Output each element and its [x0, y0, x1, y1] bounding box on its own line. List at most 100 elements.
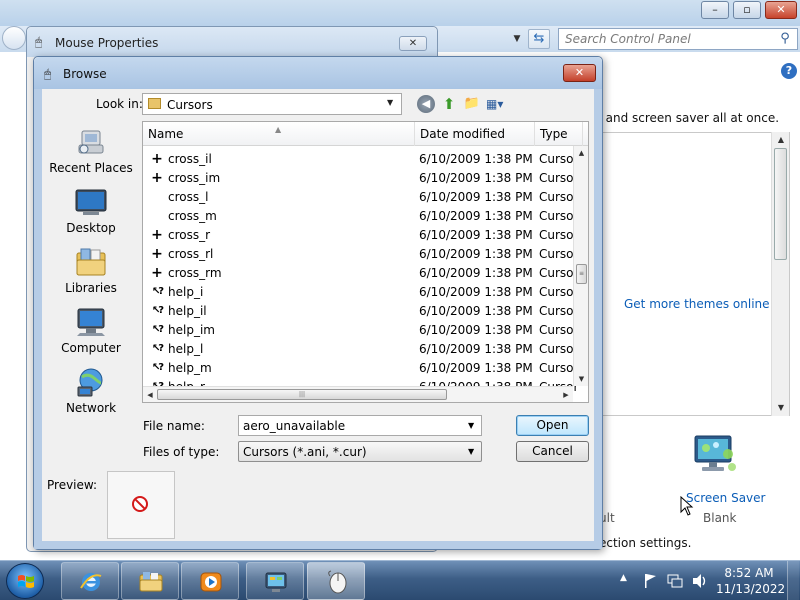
- network-status-icon[interactable]: [667, 573, 683, 589]
- help-icon[interactable]: ?: [781, 63, 797, 79]
- file-row[interactable]: ↖? help_m 6/10/2009 1:38 PM Cursor: [143, 359, 579, 378]
- themes-scrollbar[interactable]: ▲ ▼: [771, 132, 789, 416]
- get-more-themes-link[interactable]: Get more themes online: [624, 297, 770, 311]
- place-network[interactable]: Network: [46, 365, 136, 421]
- place-recent-places[interactable]: Recent Places: [46, 125, 136, 181]
- file-row[interactable]: ↖? help_i 6/10/2009 1:38 PM Cursor: [143, 283, 579, 302]
- file-list[interactable]: Name ▲ Date modified Type + cross_il 6/10/…: [142, 121, 589, 403]
- column-header-type[interactable]: Type: [535, 122, 583, 146]
- blank-cursor-icon: [149, 208, 165, 224]
- show-desktop-button[interactable]: [787, 561, 799, 600]
- action-center-flag-icon[interactable]: [643, 573, 657, 589]
- look-in-value: Cursors: [167, 98, 213, 112]
- new-folder-icon[interactable]: 📁: [463, 95, 481, 113]
- file-date: 6/10/2009 1:38 PM: [419, 304, 533, 318]
- taskbar: ▲ 8:52 AM 11/13/2022: [0, 560, 800, 600]
- file-name: help_l: [168, 342, 204, 356]
- taskbar-windows-explorer[interactable]: [121, 562, 179, 600]
- clock-time[interactable]: 8:52 AM: [716, 566, 782, 580]
- desktop-icon: [75, 189, 107, 215]
- network-icon: [77, 368, 103, 397]
- maximize-button[interactable]: ▫: [733, 1, 761, 19]
- scroll-up-icon[interactable]: ▲: [772, 132, 790, 148]
- file-row[interactable]: + cross_il 6/10/2009 1:38 PM Cursor: [143, 150, 578, 169]
- internet-explorer-icon: [80, 573, 102, 591]
- look-in-dropdown[interactable]: Cursors ▼: [142, 93, 402, 115]
- control-panel-icon: [265, 572, 287, 592]
- text-fragment: ection settings.: [599, 536, 692, 550]
- file-name: help_m: [168, 361, 212, 375]
- crosshair-icon: +: [151, 227, 163, 243]
- file-row[interactable]: cross_m 6/10/2009 1:38 PM Cursor: [143, 207, 578, 226]
- back-button[interactable]: [2, 26, 26, 50]
- file-row[interactable]: + cross_im 6/10/2009 1:38 PM Cursor: [143, 169, 578, 188]
- taskbar-control-panel[interactable]: [246, 562, 304, 600]
- scroll-thumb[interactable]: ≡: [576, 264, 587, 284]
- volume-icon[interactable]: [692, 573, 708, 589]
- up-folder-icon[interactable]: ⬆: [440, 94, 458, 114]
- file-type-label: Files of type:: [143, 445, 220, 459]
- file-name: help_i: [168, 285, 204, 299]
- themes-list[interactable]: [598, 132, 790, 416]
- scroll-left-icon[interactable]: ◀: [143, 387, 157, 402]
- horizontal-scrollbar[interactable]: ◀ ||| ▶: [143, 386, 573, 402]
- file-row[interactable]: ↖? help_im 6/10/2009 1:38 PM Cursor: [143, 321, 579, 340]
- search-input[interactable]: Search Control Panel: [558, 28, 798, 50]
- chevron-down-icon[interactable]: ▼: [387, 98, 393, 107]
- taskbar-internet-explorer[interactable]: [61, 562, 119, 600]
- file-name: cross_l: [168, 190, 209, 204]
- file-row[interactable]: cross_l 6/10/2009 1:38 PM Cursor: [143, 188, 578, 207]
- scroll-thumb[interactable]: |||: [157, 389, 447, 400]
- place-desktop[interactable]: Desktop: [46, 185, 136, 241]
- scroll-right-icon[interactable]: ▶: [559, 387, 573, 402]
- file-name-input[interactable]: aero_unavailable: [238, 415, 482, 436]
- refresh-icon[interactable]: ⇆: [528, 29, 550, 49]
- window-frame: [594, 89, 602, 549]
- address-dropdown-icon[interactable]: ▼: [508, 30, 526, 48]
- chevron-down-icon[interactable]: ▼: [468, 421, 474, 430]
- screen-saver-icon[interactable]: [692, 434, 738, 478]
- vertical-scrollbar[interactable]: ▲ ≡ ▼: [573, 146, 588, 386]
- place-label: Libraries: [65, 281, 117, 295]
- start-button[interactable]: [6, 563, 44, 599]
- place-libraries[interactable]: Libraries: [46, 245, 136, 301]
- chevron-down-icon[interactable]: ▼: [468, 447, 474, 456]
- clock-date[interactable]: 11/13/2022: [716, 582, 785, 596]
- close-button[interactable]: ✕: [563, 64, 596, 82]
- show-hidden-icons-icon[interactable]: ▲: [620, 573, 627, 583]
- file-row[interactable]: + cross_rm 6/10/2009 1:38 PM Cursor: [143, 264, 578, 283]
- file-row[interactable]: ↖? help_il 6/10/2009 1:38 PM Cursor: [143, 302, 579, 321]
- place-computer[interactable]: Computer: [46, 305, 136, 361]
- cancel-button[interactable]: Cancel: [516, 441, 589, 462]
- file-row[interactable]: + cross_r 6/10/2009 1:38 PM Cursor: [143, 226, 578, 245]
- crosshair-icon: +: [151, 170, 163, 186]
- file-name: cross_rl: [168, 247, 214, 261]
- personalization-description: , and screen saver all at once.: [598, 111, 780, 125]
- mouse-icon: 🖱: [35, 35, 43, 49]
- close-button[interactable]: ✕: [765, 1, 797, 19]
- file-name: cross_r: [168, 228, 211, 242]
- help-cursor-icon: ↖?: [151, 286, 164, 297]
- minimize-button[interactable]: –: [701, 1, 729, 19]
- screen-saver-label[interactable]: Screen Saver: [686, 491, 765, 505]
- close-button[interactable]: ✕: [399, 36, 427, 51]
- help-cursor-icon: ↖?: [151, 362, 164, 373]
- file-row[interactable]: + cross_rl 6/10/2009 1:38 PM Cursor: [143, 245, 578, 264]
- taskbar-media-player[interactable]: [181, 562, 239, 600]
- file-list-header: Name ▲ Date modified Type: [143, 122, 588, 146]
- scroll-down-icon[interactable]: ▼: [772, 400, 790, 416]
- open-button[interactable]: Open: [516, 415, 589, 436]
- search-icon[interactable]: ⚲: [776, 30, 794, 48]
- scroll-up-icon[interactable]: ▲: [574, 146, 588, 160]
- help-cursor-icon: ↖?: [151, 324, 164, 335]
- file-row[interactable]: ↖? help_l 6/10/2009 1:38 PM Cursor: [143, 340, 579, 359]
- scroll-thumb[interactable]: [774, 148, 787, 260]
- file-type-dropdown[interactable]: Cursors (*.ani, *.cur): [238, 441, 482, 462]
- taskbar-mouse-properties[interactable]: [307, 562, 365, 600]
- column-header-name[interactable]: Name ▲: [143, 122, 415, 146]
- scroll-down-icon[interactable]: ▼: [574, 372, 588, 386]
- view-menu-icon[interactable]: ▦▾: [486, 95, 514, 113]
- back-arrow-icon[interactable]: ◀: [417, 95, 435, 113]
- column-header-date[interactable]: Date modified: [415, 122, 535, 146]
- place-label: Network: [65, 401, 117, 415]
